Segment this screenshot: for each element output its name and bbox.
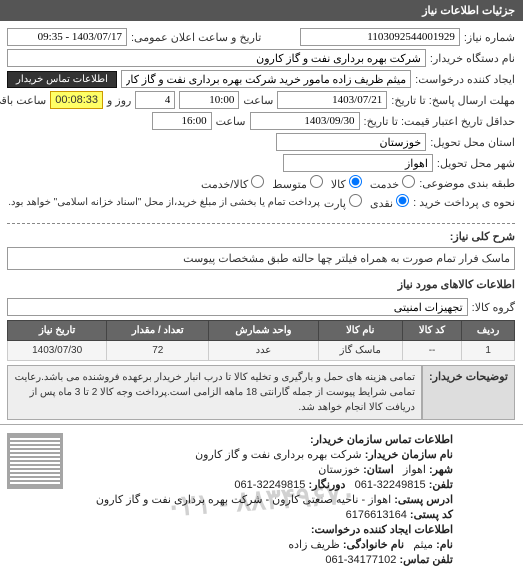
c-prov-val: خوزستان <box>319 464 361 476</box>
th-unit: واحد شمارش <box>210 321 319 341</box>
price-date-input[interactable] <box>251 112 361 130</box>
radio-goods-service[interactable]: کالا/خدمت <box>202 175 265 191</box>
contact-section: ۸۸۳۴۹۶۷۰ - ۰۲۱ اطلاعات تماس سازمان خریدا… <box>0 424 524 574</box>
panel-header: جزئیات اطلاعات نیاز <box>0 0 524 21</box>
th-qty: تعداد / مقدار <box>108 321 210 341</box>
buyer-org-input[interactable] <box>8 49 427 67</box>
remain-days-label: روز و <box>108 94 132 107</box>
buyer-org-label: نام دستگاه خریدار: <box>431 52 516 65</box>
c-prov-label: استان: <box>364 464 395 476</box>
city-input[interactable] <box>284 154 434 172</box>
lname-val: ظریف زاده <box>289 539 340 551</box>
name-label: نام: <box>437 539 454 551</box>
goods-group-label: گروه کالا: <box>473 301 516 314</box>
price-time-input[interactable] <box>153 112 213 130</box>
th-idx: ردیف <box>463 321 516 341</box>
req-no-label: شماره نیاز: <box>465 31 516 44</box>
need-desc-text: ماسک فرار تمام صورت به همراه فیلتر چها ح… <box>8 247 516 270</box>
reply-deadline-label: مهلت ارسال پاسخ: تا تاریخ: <box>392 94 516 107</box>
radio-mid[interactable]: متوسط <box>273 175 324 191</box>
creator-input[interactable] <box>122 70 412 88</box>
name-val: میثم <box>414 539 434 551</box>
th-date: تاریخ نیاز <box>9 321 108 341</box>
goods-table: ردیف کد کالا نام کالا واحد شمارش تعداد /… <box>8 320 516 361</box>
c-city-label: شهر: <box>430 464 454 476</box>
cell-name: ماسک گاز <box>319 341 403 361</box>
buyer-notes-label: توضیحات خریدار: <box>423 365 516 420</box>
qr-icon <box>8 433 64 489</box>
radio-cash[interactable]: نقدی <box>371 194 410 210</box>
public-date-label: تاریخ و ساعت اعلان عمومی: <box>132 31 262 44</box>
buyer-notes-text: تمامی هزینه های حمل و بارگیری و تخلیه کا… <box>8 365 423 420</box>
zip-label: کد پستی: <box>411 509 454 521</box>
zip-val: 6176613164 <box>347 509 408 521</box>
req-creator-title: اطلاعات ایجاد کننده درخواست: <box>312 524 454 536</box>
org-label: نام سازمان خریدار: <box>366 449 454 461</box>
radio-part2[interactable]: پارت <box>325 194 363 210</box>
org-val: شرکت بهره برداری نفت و گاز کارون <box>196 449 363 461</box>
reply-date-input[interactable] <box>278 91 388 109</box>
goods-section-title: اطلاعات کالاهای مورد نیاز <box>0 274 524 295</box>
c-city-val: اهواز <box>404 464 427 476</box>
subject-cat-label: طبقه بندی موضوعی: <box>420 177 516 190</box>
addr-val: اهواز - ناحیه صنعتی کارون - شرکت بهره بر… <box>97 494 392 506</box>
phone-label: تلفن تماس: <box>400 554 454 566</box>
need-desc-label: شرح کلی نیاز: <box>451 230 516 243</box>
lname-label: نام خانوادگی: <box>344 539 405 551</box>
tel-label: تلفن: <box>430 479 454 491</box>
cell-date: 1403/07/30 <box>9 341 108 361</box>
buy-method-label: نحوه ی پرداخت خرید : <box>414 196 516 209</box>
tel-val: 32249815-061 <box>356 479 427 491</box>
phone-val: 34177102-061 <box>326 554 397 566</box>
radio-goods[interactable]: کالا <box>332 175 363 191</box>
th-code: کد کالا <box>403 321 462 341</box>
price-valid-label: حداقل تاریخ اعتبار قیمت: تا تاریخ: <box>365 115 516 128</box>
public-date-input[interactable] <box>8 28 128 46</box>
contact-button[interactable]: اطلاعات تماس خریدار <box>8 71 118 88</box>
fax-label: دورنگار: <box>309 479 346 491</box>
contact-title: اطلاعات تماس سازمان خریدار: <box>311 434 454 446</box>
time-label-1: ساعت <box>244 94 274 107</box>
creator-label: ایجاد کننده درخواست: <box>416 73 516 86</box>
radio-service[interactable]: خدمت <box>371 175 416 191</box>
th-name: نام کالا <box>319 321 403 341</box>
req-no-input[interactable] <box>301 28 461 46</box>
province-label: استان محل تحویل: <box>431 136 516 149</box>
remain-time: 00:08:33 <box>51 91 104 109</box>
cell-code: -- <box>403 341 462 361</box>
form-area: شماره نیاز: تاریخ و ساعت اعلان عمومی: نا… <box>0 21 524 217</box>
subject-radio-group: خدمت کالا متوسط کالا/خدمت <box>202 175 416 191</box>
cell-idx: 1 <box>463 341 516 361</box>
fax-val: 32249815-061 <box>235 479 306 491</box>
goods-group-input[interactable] <box>8 298 469 316</box>
remain-days-input <box>136 91 176 109</box>
addr-label: ادرس پستی: <box>395 494 454 506</box>
cell-unit: عدد <box>210 341 319 361</box>
cell-qty: 72 <box>108 341 210 361</box>
time-label-2: ساعت <box>217 115 247 128</box>
remain-tail: ساعت باقی مانده <box>0 94 47 107</box>
pay-note: پرداخت تمام یا بخشی از مبلغ خرید،از محل … <box>9 197 321 208</box>
pay-radio-group: نقدی پارت <box>325 194 410 210</box>
city-label: شهر محل تحویل: <box>438 157 516 170</box>
province-input[interactable] <box>277 133 427 151</box>
reply-time-input[interactable] <box>180 91 240 109</box>
table-row: 1 -- ماسک گاز عدد 72 1403/07/30 <box>9 341 516 361</box>
